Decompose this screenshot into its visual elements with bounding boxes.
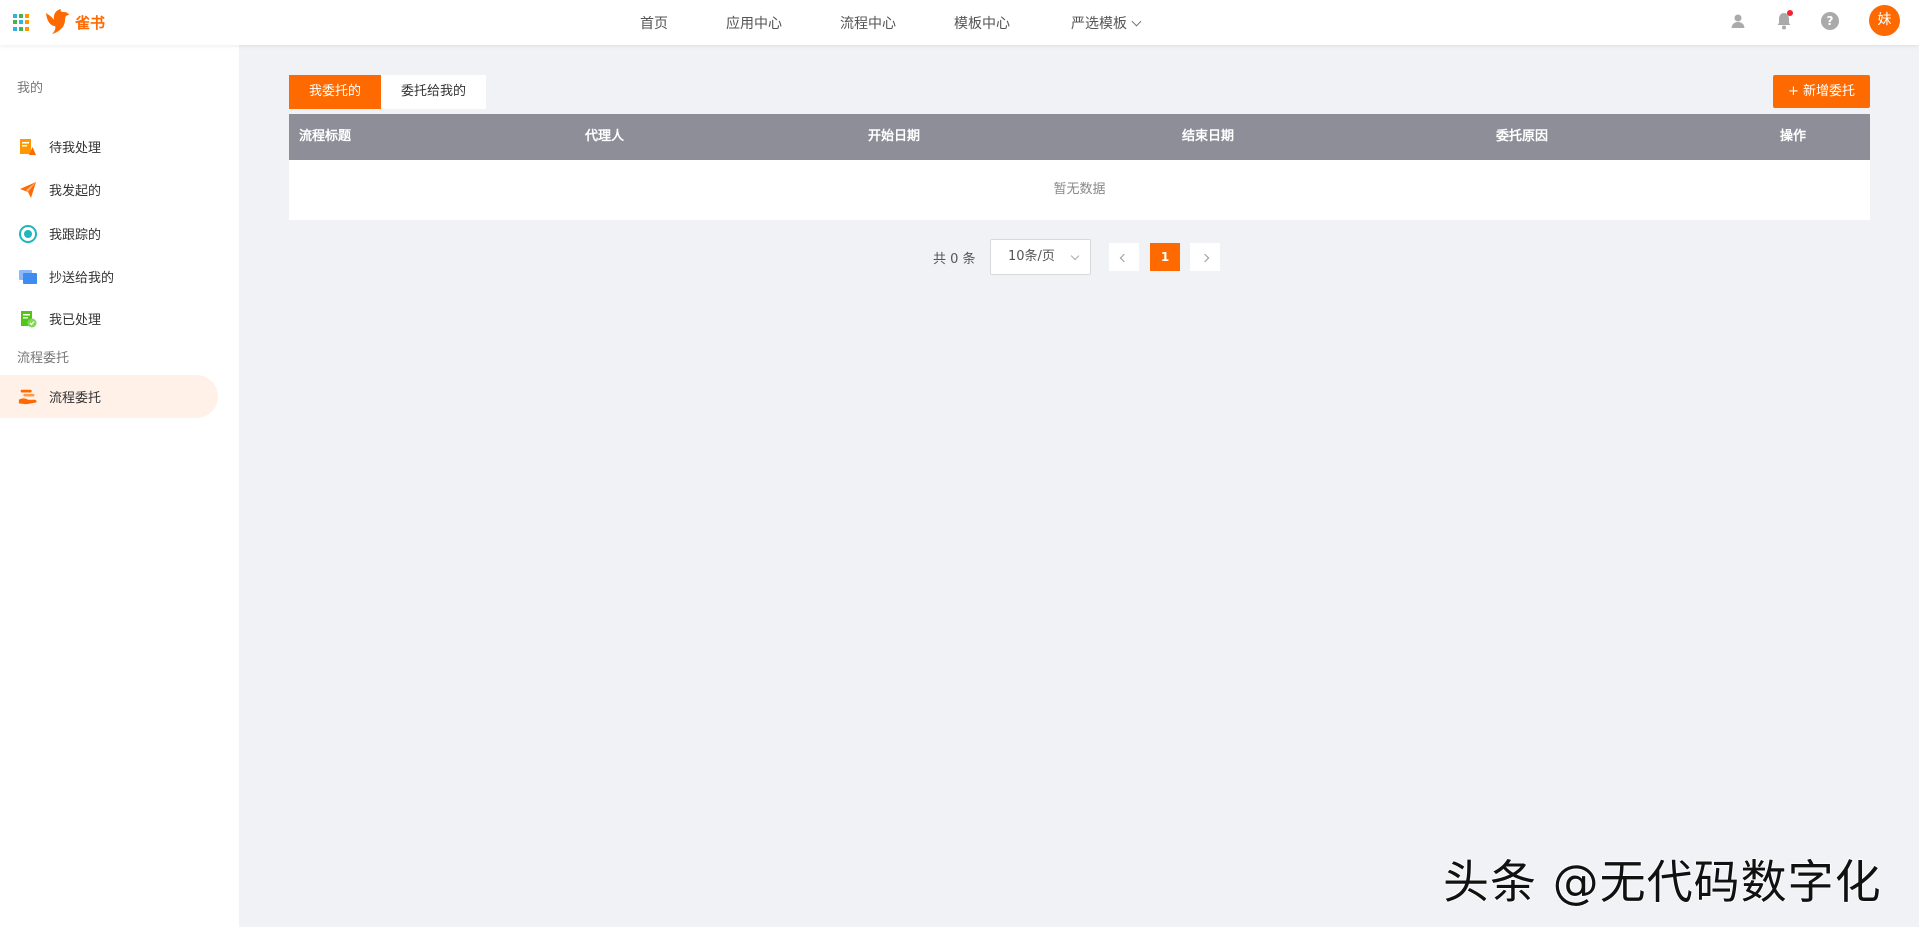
pagination: 共 0 条 10条/页 1	[0, 239, 1919, 275]
watermark: 头条 @无代码数字化	[1442, 854, 1882, 910]
delegation-tabs: 我委托的 委托给我的	[289, 75, 487, 109]
bell-icon[interactable]	[1773, 10, 1795, 32]
column-header: 操作	[1780, 129, 1807, 144]
table-header: 流程标题 代理人 开始日期 结束日期 委托原因 操作	[289, 114, 1870, 160]
column-header: 委托原因	[1496, 129, 1549, 144]
done-document-icon	[18, 309, 38, 329]
nav-template-center[interactable]: 模板中心	[954, 13, 1010, 33]
column-header: 流程标题	[299, 129, 352, 144]
sidebar-group-title: 我的	[17, 81, 44, 96]
prev-page-button[interactable]	[1109, 243, 1139, 271]
sidebar-item-pending[interactable]: 待我处理	[0, 125, 218, 168]
chevron-down-icon	[1131, 16, 1142, 27]
chevron-down-icon	[1070, 251, 1080, 261]
chevron-right-icon	[1200, 253, 1210, 263]
hand-delegate-icon	[18, 387, 38, 407]
sidebar-item-done[interactable]: 我已处理	[0, 297, 218, 340]
sidebar-item-delegation[interactable]: 流程委托	[0, 375, 218, 418]
avatar[interactable]: 妹	[1869, 5, 1900, 36]
nav-home[interactable]: 首页	[640, 13, 668, 33]
sidebar-item-label: 流程委托	[49, 391, 102, 406]
sidebar-group-title: 流程委托	[17, 351, 70, 366]
delegation-table: 流程标题 代理人 开始日期 结束日期 委托原因 操作 暂无数据	[289, 114, 1870, 220]
nav-featured-templates[interactable]: 严选模板	[1071, 13, 1142, 33]
app-name: 雀书	[75, 13, 106, 32]
tab-my-delegations[interactable]: 我委托的	[289, 75, 382, 109]
total-count: 共 0 条	[933, 252, 976, 267]
bird-logo-icon	[46, 9, 69, 34]
top-bar: 雀书 首页 应用中心 流程中心 模板中心 严选模板 ? 妹	[0, 0, 1919, 45]
app-logo[interactable]: 雀书	[43, 5, 105, 39]
page-size-value: 10条/页	[1008, 249, 1055, 264]
column-header: 开始日期	[868, 129, 921, 144]
chevron-left-icon	[1119, 253, 1129, 263]
sidebar-item-label: 我发起的	[49, 184, 102, 199]
page-number[interactable]: 1	[1150, 243, 1180, 271]
sidebar: 我的 待我处理 我发起的 我跟踪的 抄送给我的 我已处理 流程委托 流程委托	[0, 45, 239, 927]
help-icon[interactable]: ?	[1819, 10, 1841, 32]
sidebar-item-label: 我已处理	[49, 313, 102, 328]
nav-app-center[interactable]: 应用中心	[726, 13, 782, 33]
page-size-select[interactable]: 10条/页	[990, 239, 1091, 275]
empty-state: 暂无数据	[289, 160, 1870, 220]
sidebar-item-label: 待我处理	[49, 141, 102, 156]
tab-delegated-to-me[interactable]: 委托给我的	[381, 75, 487, 109]
plus-icon: +	[1787, 84, 1799, 99]
sidebar-item-initiated[interactable]: 我发起的	[0, 168, 218, 211]
nav-featured-templates-label: 严选模板	[1071, 16, 1127, 32]
add-delegation-button[interactable]: + 新增委托	[1773, 75, 1870, 108]
next-page-button[interactable]	[1190, 243, 1220, 271]
add-delegation-label: 新增委托	[1803, 84, 1856, 99]
notification-dot	[1787, 10, 1793, 16]
paper-plane-icon	[18, 180, 38, 200]
pending-task-icon	[18, 137, 38, 157]
nav-process-center[interactable]: 流程中心	[840, 13, 896, 33]
user-icon[interactable]	[1727, 10, 1749, 32]
column-header: 代理人	[585, 129, 625, 144]
column-header: 结束日期	[1182, 129, 1235, 144]
app-grid-icon[interactable]	[13, 14, 30, 31]
